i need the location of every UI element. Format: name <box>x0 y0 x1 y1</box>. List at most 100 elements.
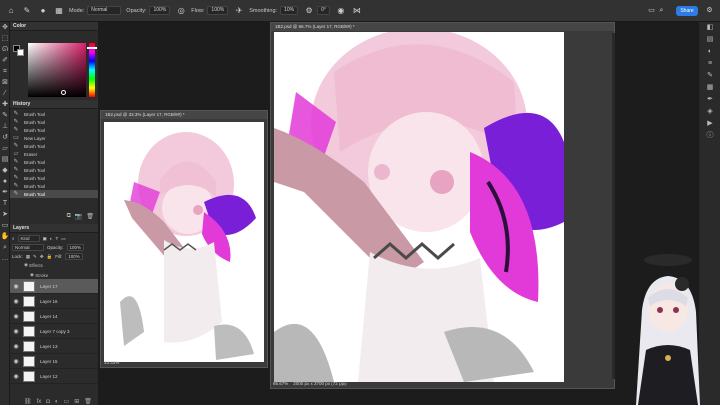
zoom-tool-icon[interactable]: ⌕ <box>0 242 10 253</box>
layer-row[interactable]: ◉ Layer 12 <box>10 369 98 384</box>
eye-icon[interactable]: ◉ <box>12 343 20 350</box>
history-item[interactable]: ✎ Brush Tool <box>10 158 98 166</box>
group-icon[interactable]: ▭ <box>64 399 70 405</box>
filter-type-icon[interactable]: T <box>56 236 59 241</box>
layer-thumbnail[interactable] <box>23 340 35 352</box>
document-tab-small[interactable]: 1B2.psd @ 33.3% (Layer 17, RGB/8#) * <box>101 111 267 119</box>
eye-icon[interactable]: ◉ <box>12 358 20 365</box>
rectangle-tool-icon[interactable]: ▭ <box>0 220 10 231</box>
gradient-tool-icon[interactable]: ▤ <box>0 154 10 165</box>
pressure-size-icon[interactable]: ◉ <box>336 6 346 16</box>
paths-icon[interactable]: ✒ <box>699 94 720 106</box>
fill-field[interactable]: 100% <box>65 253 83 260</box>
adjustments-icon[interactable]: ◐ <box>699 46 720 58</box>
history-item[interactable]: ✎ Brush Tool <box>10 118 98 126</box>
delete-state-icon[interactable]: 🗑 <box>86 213 94 220</box>
eyedropper-tool-icon[interactable]: ⁄ <box>0 88 10 99</box>
history-item[interactable]: ✎ Brush Tool <box>10 110 98 118</box>
eye-icon[interactable]: ◉ <box>12 373 20 380</box>
eye-icon[interactable]: ◉ <box>30 272 34 278</box>
hand-tool-icon[interactable]: ✋ <box>0 231 10 242</box>
lock-position-icon[interactable]: ✥ <box>40 254 44 260</box>
link-layers-icon[interactable]: ⛓ <box>24 399 32 405</box>
brush-preset-icon[interactable]: ● <box>38 6 48 16</box>
dodge-tool-icon[interactable]: ● <box>0 176 10 187</box>
snapshot-camera-icon[interactable]: 📷 <box>75 213 82 220</box>
settings-icon[interactable]: ⚙ <box>705 6 714 15</box>
frame-tool-icon[interactable]: ⊠ <box>0 77 10 88</box>
properties-icon[interactable]: ≡ <box>699 58 720 70</box>
history-item[interactable]: ✎ Brush Tool <box>10 142 98 150</box>
lock-all-icon[interactable]: 🔒 <box>47 254 53 260</box>
channels-icon[interactable]: ◈ <box>699 106 720 118</box>
new-layer-icon[interactable]: ⊞ <box>74 399 79 405</box>
symmetry-icon[interactable]: ⋈ <box>352 6 362 16</box>
type-tool-icon[interactable]: T <box>0 198 10 209</box>
layer-name[interactable]: Layer 17 <box>40 284 58 289</box>
color-picker-ring[interactable] <box>61 90 66 95</box>
canvas-small[interactable] <box>104 122 264 362</box>
layer-row[interactable]: ◉ Layer 17 <box>10 279 98 294</box>
filter-adjust-icon[interactable]: ◐ <box>50 236 53 241</box>
layer-row[interactable]: ◉ Layer 13 <box>10 339 98 354</box>
flow-field[interactable]: 100% <box>207 6 229 15</box>
marquee-tool-icon[interactable]: ⬚ <box>0 33 10 44</box>
layer-opacity-field[interactable]: 100% <box>66 244 85 251</box>
adjustment-layer-icon[interactable]: ◐ <box>55 399 59 405</box>
history-item[interactable]: ▭ New Layer <box>10 134 98 142</box>
search-icon[interactable]: ⌕ <box>657 6 666 15</box>
layer-thumbnail[interactable] <box>23 355 35 367</box>
eye-icon[interactable]: ◉ <box>12 328 20 335</box>
eye-icon[interactable]: ◉ <box>12 283 20 290</box>
layer-name[interactable]: Layer 15 <box>40 359 58 364</box>
zoom-level-small[interactable]: 33.33% <box>104 360 119 365</box>
document-tab-large[interactable]: 1B2.psd @ 66.7% (Layer 17, RGB/8#) * <box>271 23 614 31</box>
color-panel-title[interactable]: Color <box>10 22 98 31</box>
layers-panel-title[interactable]: Layers <box>10 224 98 233</box>
history-item[interactable]: ✎ Brush Tool <box>10 182 98 190</box>
layer-thumbnail[interactable] <box>23 370 35 382</box>
layer-thumbnail[interactable] <box>23 325 35 337</box>
brush-tool-icon[interactable]: ✎ <box>0 110 10 121</box>
layer-name[interactable]: Layer 12 <box>40 374 58 379</box>
add-mask-icon[interactable]: ◘ <box>46 399 50 405</box>
blend-mode-select[interactable]: Normal <box>12 244 44 251</box>
layer-row[interactable]: ◉ Layer 15 <box>10 354 98 369</box>
angle-field[interactable]: 0° <box>317 6 330 15</box>
lock-pixels-icon[interactable]: ▦ <box>26 254 30 260</box>
opacity-field[interactable]: 100% <box>149 6 171 15</box>
layer-thumbnail[interactable] <box>23 280 35 292</box>
quick-select-tool-icon[interactable]: ✐ <box>0 55 10 66</box>
eye-icon[interactable]: ◉ <box>12 313 20 320</box>
new-document-from-state-icon[interactable]: ⧉ <box>67 213 71 220</box>
smoothing-field[interactable]: 10% <box>280 6 299 15</box>
layer-filter-select[interactable]: Kind <box>17 235 40 242</box>
learn-icon[interactable]: ◧ <box>699 22 720 34</box>
blur-tool-icon[interactable]: ◆ <box>0 165 10 176</box>
smoothing-settings-icon[interactable]: ⚙ <box>304 6 314 16</box>
color-field[interactable] <box>28 43 86 97</box>
layer-row[interactable]: ◉ Layer 7 copy 3 <box>10 324 98 339</box>
share-button[interactable]: Share <box>676 6 698 16</box>
lock-paint-icon[interactable]: ✎ <box>33 254 37 260</box>
eye-icon[interactable]: ◉ <box>12 298 20 305</box>
history-item[interactable]: ✎ Brush Tool <box>10 174 98 182</box>
layer-style-icon[interactable]: fx <box>37 399 42 405</box>
delete-layer-icon[interactable]: 🗑 <box>84 399 92 405</box>
layer-row[interactable]: ◉ Layer 16 <box>10 294 98 309</box>
canvas-large[interactable] <box>274 32 564 382</box>
eraser-tool-icon[interactable]: ▱ <box>0 143 10 154</box>
layer-thumbnail[interactable] <box>23 310 35 322</box>
background-color-swatch[interactable] <box>17 49 24 56</box>
actions-icon[interactable]: ▶ <box>699 118 720 130</box>
workspace-icon[interactable]: ▭ <box>647 6 656 15</box>
history-panel-title[interactable]: History <box>10 100 98 109</box>
info-icon[interactable]: ⓘ <box>699 130 720 142</box>
brush-tool-icon[interactable]: ✎ <box>22 6 32 16</box>
layer-name[interactable]: Layer 14 <box>40 314 58 319</box>
layer-name[interactable]: Layer 13 <box>40 344 58 349</box>
filter-shape-icon[interactable]: ▭ <box>61 236 65 242</box>
pressure-opacity-icon[interactable]: ◎ <box>176 6 186 16</box>
history-item[interactable]: ✎ Brush Tool <box>10 190 98 198</box>
libraries-icon[interactable]: ▤ <box>699 34 720 46</box>
